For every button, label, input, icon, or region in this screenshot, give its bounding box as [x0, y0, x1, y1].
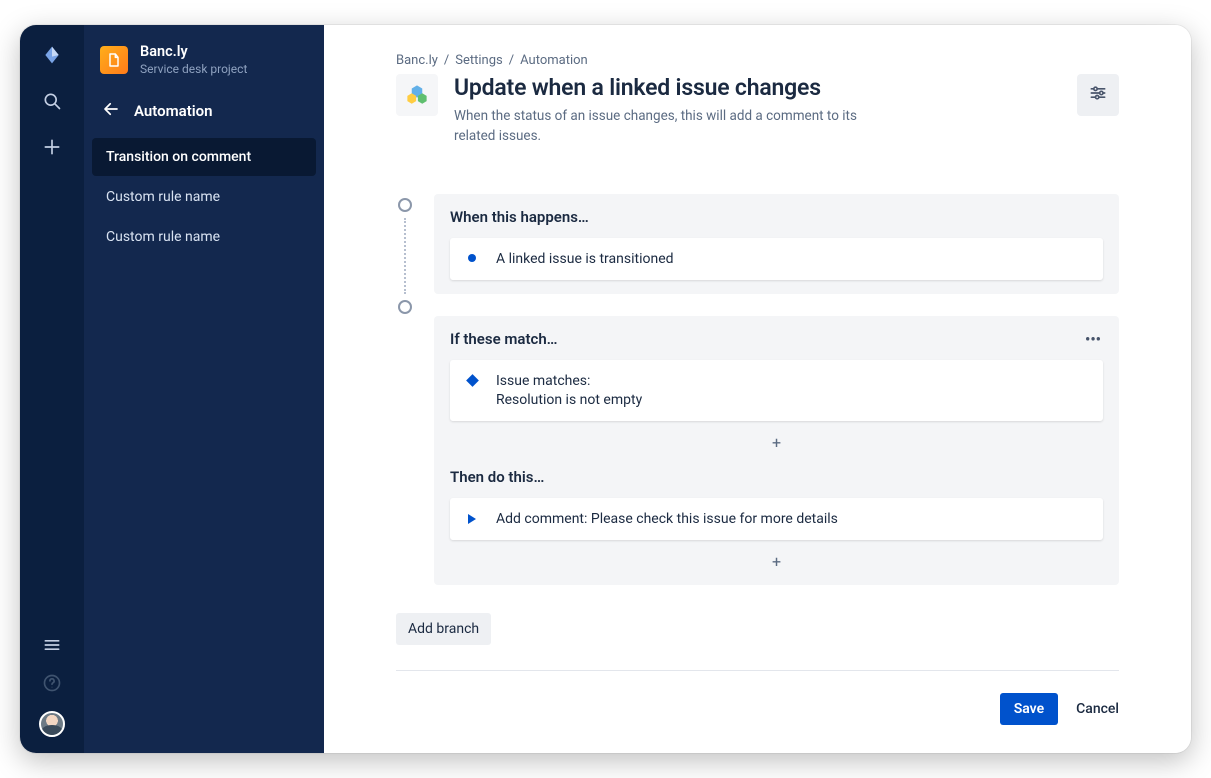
- search-icon[interactable]: [42, 91, 62, 111]
- page-title: Update when a linked issue changes: [454, 74, 874, 101]
- timeline-node-icon: [398, 198, 412, 212]
- create-icon[interactable]: [42, 137, 62, 157]
- action-card[interactable]: Add comment: Please check this issue for…: [450, 498, 1103, 540]
- breadcrumb-item[interactable]: Automation: [520, 53, 588, 68]
- project-subtitle: Service desk project: [140, 62, 247, 76]
- save-button[interactable]: Save: [1000, 693, 1058, 725]
- help-icon[interactable]: [42, 673, 62, 693]
- timeline: [396, 194, 414, 314]
- rule-item[interactable]: Transition on comment: [92, 138, 316, 176]
- rule-type-icon: [396, 74, 438, 116]
- main-content: Banc.ly / Settings / Automation: [324, 25, 1191, 753]
- rule-settings-button[interactable]: [1077, 74, 1119, 116]
- sliders-icon: [1088, 83, 1108, 107]
- circle-icon: [466, 254, 478, 262]
- condition-line-2: Resolution is not empty: [496, 392, 642, 408]
- rule-item[interactable]: Custom rule name: [92, 218, 316, 256]
- app-window: Banc.ly Service desk project Automation …: [20, 25, 1191, 753]
- actions-heading: Then do this…: [450, 468, 1103, 486]
- conditions-heading: If these match…: [450, 330, 558, 348]
- plus-icon: +: [772, 552, 781, 571]
- page-description: When the status of an issue changes, thi…: [454, 107, 874, 146]
- rules-list: Transition on comment Custom rule name C…: [84, 132, 324, 262]
- breadcrumb-item[interactable]: Banc.ly: [396, 53, 438, 68]
- breadcrumb-item[interactable]: Settings: [455, 53, 502, 68]
- breadcrumb: Banc.ly / Settings / Automation: [396, 53, 1119, 68]
- trigger-card-text: A linked issue is transitioned: [496, 251, 674, 267]
- condition-card[interactable]: Issue matches: Resolution is not empty: [450, 360, 1103, 421]
- add-branch-button[interactable]: Add branch: [396, 613, 491, 645]
- project-name: Banc.ly: [140, 43, 247, 60]
- trigger-card[interactable]: A linked issue is transitioned: [450, 238, 1103, 280]
- rule-item[interactable]: Custom rule name: [92, 178, 316, 216]
- trigger-block: When this happens… A linked issue is tra…: [434, 194, 1119, 294]
- condition-action-block: If these match… ••• Issue matches: Resol…: [434, 316, 1119, 585]
- condition-line-1: Issue matches:: [496, 373, 642, 389]
- back-arrow-icon[interactable]: [102, 100, 120, 122]
- add-condition-button[interactable]: +: [450, 421, 1103, 452]
- trigger-heading: When this happens…: [450, 208, 589, 226]
- timeline-node-icon: [398, 300, 412, 314]
- cancel-button[interactable]: Cancel: [1076, 701, 1119, 717]
- add-action-button[interactable]: +: [450, 540, 1103, 571]
- sidebar-section-automation[interactable]: Automation: [84, 90, 324, 132]
- menu-icon[interactable]: [42, 635, 62, 655]
- sidebar-section-title: Automation: [134, 102, 213, 120]
- footer-actions: Save Cancel: [396, 670, 1119, 753]
- global-nav: [20, 25, 84, 753]
- product-logo-icon[interactable]: [42, 45, 62, 65]
- more-icon[interactable]: •••: [1083, 330, 1103, 348]
- avatar[interactable]: [39, 711, 65, 737]
- project-header[interactable]: Banc.ly Service desk project: [84, 25, 324, 90]
- plus-icon: +: [772, 433, 781, 452]
- project-sidebar: Banc.ly Service desk project Automation …: [84, 25, 324, 753]
- triangle-icon: [466, 514, 478, 524]
- project-icon: [100, 46, 128, 74]
- action-card-text: Add comment: Please check this issue for…: [496, 511, 838, 527]
- diamond-icon: [466, 376, 478, 385]
